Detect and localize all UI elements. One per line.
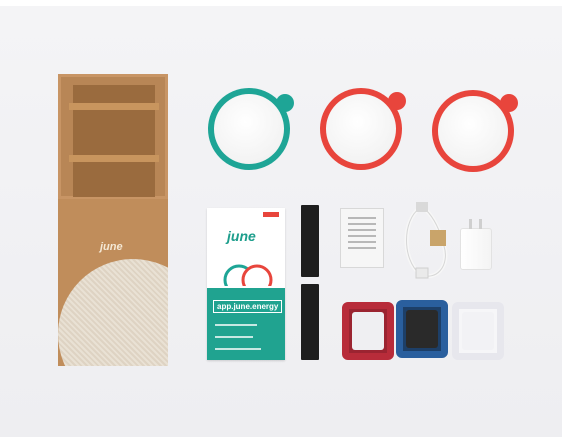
adapter-prong: [469, 219, 472, 229]
teal-sensor-face: [214, 94, 284, 164]
blue-mount-bracket: [396, 300, 448, 358]
leaflet-text-line: [215, 336, 253, 338]
power-adapter-icon: [460, 219, 492, 270]
box-back-wall: [73, 85, 155, 197]
usb-cable-icon: [404, 202, 448, 279]
red-sensor-tab-1: [388, 92, 406, 110]
box-shelf-middle: [69, 155, 159, 162]
leaflet-device-illustration: [223, 264, 273, 286]
red-sensor-device-1: [320, 88, 406, 170]
red-sensor-face-2: [438, 96, 508, 166]
top-border: [0, 0, 562, 6]
leaflet-brand: june: [227, 228, 256, 244]
velcro-strap-bottom: [301, 284, 319, 360]
red-sensor-tab-2: [500, 94, 518, 112]
red-mount-bracket: [342, 302, 394, 360]
red-sensor-face-1: [326, 94, 396, 164]
product-photo: june june app.june.energy: [0, 0, 562, 443]
box-inner-tray: [58, 74, 168, 199]
red-bracket-opening: [352, 312, 384, 350]
leaflet-url: app.june.energy: [213, 300, 283, 313]
blue-bracket-opening: [406, 310, 438, 348]
cleaning-wipe-packet: [340, 208, 384, 268]
leaflet-text-line: [215, 324, 257, 326]
teal-sensor-tab: [276, 94, 294, 112]
teal-sensor-device: [208, 88, 294, 170]
adapter-prong: [479, 219, 482, 229]
leaflet-teal-panel: app.june.energy: [207, 288, 285, 360]
box-sleeve: june: [58, 199, 168, 366]
box-shelf-top: [69, 103, 159, 110]
clear-mount-bracket: [452, 302, 504, 360]
red-sensor-device-2: [432, 90, 518, 172]
leaflet-red-tag: [263, 212, 279, 217]
velcro-strap-top: [301, 205, 319, 277]
bottom-border: [0, 437, 562, 443]
cardboard-box: june: [58, 74, 168, 366]
instruction-leaflet: june app.june.energy: [207, 208, 285, 360]
box-disc-graphic: [58, 259, 168, 366]
packet-print: [348, 217, 376, 253]
clear-bracket-opening: [462, 312, 494, 350]
leaflet-text-line: [215, 348, 261, 350]
box-logo: june: [100, 241, 123, 253]
